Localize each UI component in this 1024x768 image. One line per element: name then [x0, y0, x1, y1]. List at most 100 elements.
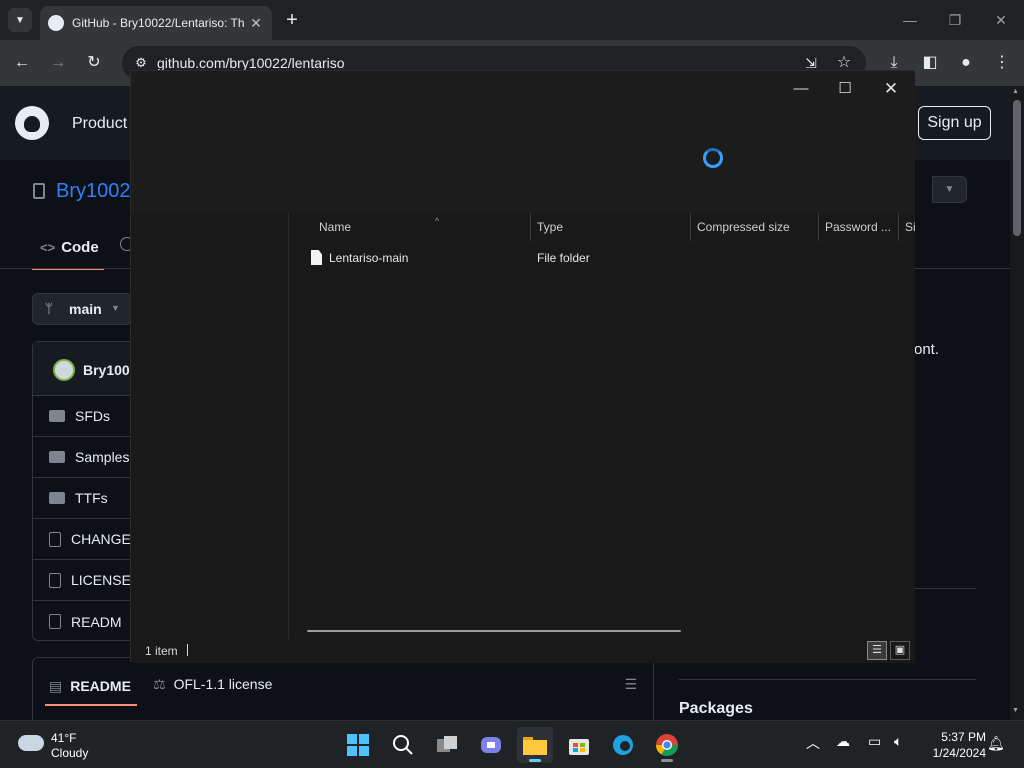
scroll-up-icon[interactable]: ▲	[1012, 88, 1019, 95]
chat-icon	[481, 737, 501, 753]
large-icons-view-icon[interactable]: ▣	[890, 641, 910, 660]
search-button[interactable]	[385, 727, 421, 763]
caret-down-icon: ▼	[111, 303, 120, 313]
store-icon	[569, 739, 589, 755]
explorer-close-icon[interactable]: ✕	[873, 75, 909, 103]
tab-code-label: Code	[61, 238, 99, 256]
about-description: ont.	[914, 341, 940, 358]
windows-logo-icon	[347, 734, 369, 756]
new-tab-button[interactable]: +	[282, 10, 302, 30]
folder-icon	[49, 410, 65, 422]
file-icon	[49, 614, 61, 629]
branch-selector[interactable]: ᛘ main ▼	[32, 293, 132, 325]
forward-arrow-icon[interactable]: →	[47, 52, 69, 74]
active-indicator	[529, 759, 541, 762]
folder-icon	[49, 451, 65, 463]
onedrive-icon[interactable]: ☁	[836, 733, 850, 750]
file-name[interactable]: LICENSE.	[71, 572, 135, 588]
cloud-icon	[18, 735, 44, 751]
list-item[interactable]: SFDs	[33, 396, 143, 437]
start-button[interactable]	[340, 727, 376, 763]
column-label: Name	[319, 220, 352, 234]
explorer-titlebar[interactable]: — ☐ ✕	[131, 71, 915, 213]
item-count: 1 item	[145, 644, 178, 658]
scroll-down-icon[interactable]: ▼	[1012, 707, 1019, 714]
edge-button[interactable]	[605, 727, 641, 763]
reload-icon[interactable]: ↻	[83, 52, 105, 74]
scrollbar-thumb[interactable]	[1013, 100, 1021, 236]
chrome-menu-icon[interactable]: ⋮	[991, 52, 1013, 74]
volume-muted-icon[interactable]: 🔈︎	[894, 733, 902, 750]
avatar[interactable]	[53, 359, 75, 381]
latest-commit-bar: Bry1002	[33, 342, 143, 396]
display-icon[interactable]: ▭	[868, 733, 881, 750]
store-button[interactable]	[561, 727, 597, 763]
details-view-icon[interactable]: ☰	[867, 641, 887, 660]
explorer-maximize-icon[interactable]: ☐	[827, 75, 863, 103]
column-header-password[interactable]: Password ...	[819, 213, 899, 241]
code-icon: <>	[40, 239, 56, 255]
row-type: File folder	[537, 251, 590, 265]
github-logo-icon[interactable]	[15, 106, 49, 140]
column-header-type[interactable]: Type	[531, 213, 691, 241]
explorer-minimize-icon[interactable]: —	[783, 75, 819, 103]
column-header-compressed-size[interactable]: Compressed size	[691, 213, 819, 241]
column-header-name[interactable]: Name ^	[307, 213, 531, 241]
address-bar-url[interactable]: github.com/bry10022/lentariso	[157, 55, 345, 71]
browser-tabstrip: ▼ GitHub - Bry10022/Lentariso: Th ✕ + — …	[0, 0, 1024, 40]
file-name[interactable]: CHANGE	[71, 531, 131, 547]
tab-search-button[interactable]: ▼	[8, 8, 32, 32]
weather-widget[interactable]: 41°F Cloudy	[16, 729, 126, 761]
list-item[interactable]: Samples	[33, 437, 143, 478]
explorer-content[interactable]: Name ^ Type Compressed size Password ...…	[289, 213, 915, 639]
navigation-pane[interactable]	[131, 213, 289, 639]
side-panel-icon[interactable]: ◧	[919, 52, 941, 74]
clock[interactable]: 5:37 PM 1/24/2024	[916, 729, 986, 761]
browser-tab-github[interactable]: GitHub - Bry10022/Lentariso: Th ✕	[40, 6, 272, 40]
weather-temp: 41°F	[51, 731, 77, 745]
notification-bell-icon[interactable]: 🔔︎	[987, 735, 1005, 752]
back-arrow-icon[interactable]: ←	[11, 52, 33, 74]
packages-heading[interactable]: Packages	[679, 700, 753, 718]
file-name[interactable]: TTFs	[75, 490, 108, 506]
weather-desc: Cloudy	[51, 746, 89, 760]
profile-icon[interactable]: ●	[955, 52, 977, 74]
taskbar: 41°F Cloudy ︿ ☁ ▭ 🔈︎ 5:37 PM 1/24/2024 🔔…	[0, 720, 1024, 768]
tab-readme[interactable]: ▤ README	[45, 668, 137, 706]
table-row[interactable]: Lentariso-main File folder	[307, 246, 907, 270]
star-dropdown-button[interactable]: ▼	[932, 176, 967, 203]
list-item[interactable]: CHANGE	[33, 519, 143, 560]
task-view-button[interactable]	[429, 727, 465, 763]
page-scrollbar[interactable]: ▲ ▼	[1010, 86, 1024, 720]
browser-close-icon[interactable]: ✕	[991, 10, 1011, 30]
list-item[interactable]: READM	[33, 601, 143, 642]
clock-time: 5:37 PM	[941, 730, 986, 744]
tab-close-icon[interactable]: ✕	[248, 15, 264, 31]
list-item[interactable]: LICENSE.	[33, 560, 143, 601]
github-favicon-icon	[48, 15, 64, 31]
file-name[interactable]: Samples	[75, 449, 129, 465]
chrome-button[interactable]	[649, 727, 685, 763]
show-hidden-icons-icon[interactable]: ︿	[806, 733, 820, 753]
column-header-size[interactable]: Si	[899, 213, 915, 241]
row-name[interactable]: Lentariso-main	[329, 251, 408, 265]
teams-chat-button[interactable]	[473, 727, 509, 763]
file-name[interactable]: SFDs	[75, 408, 110, 424]
readme-panel: ▤ README ⚖ OFL-1.1 license ☰	[32, 657, 654, 727]
repo-owner-link[interactable]: Bry1002	[56, 180, 131, 203]
folder-icon	[523, 737, 547, 755]
file-icon	[49, 531, 61, 547]
horizontal-scrollbar[interactable]	[307, 630, 681, 632]
file-explorer-taskbar-button[interactable]	[517, 727, 553, 763]
browser-restore-icon[interactable]: ❐	[945, 10, 965, 30]
sign-up-button[interactable]: Sign up	[918, 106, 991, 140]
tab-license[interactable]: ⚖ OFL-1.1 license	[153, 676, 272, 693]
nav-product[interactable]: Product	[72, 115, 127, 133]
list-item[interactable]: TTFs	[33, 478, 143, 519]
file-name[interactable]: READM	[71, 614, 122, 630]
tab-title: GitHub - Bry10022/Lentariso: Th	[72, 16, 245, 30]
tab-code[interactable]: <> Code	[32, 226, 104, 270]
outline-menu-icon[interactable]: ☰	[624, 676, 637, 693]
browser-minimize-icon[interactable]: —	[900, 10, 920, 30]
chrome-icon	[656, 734, 678, 756]
